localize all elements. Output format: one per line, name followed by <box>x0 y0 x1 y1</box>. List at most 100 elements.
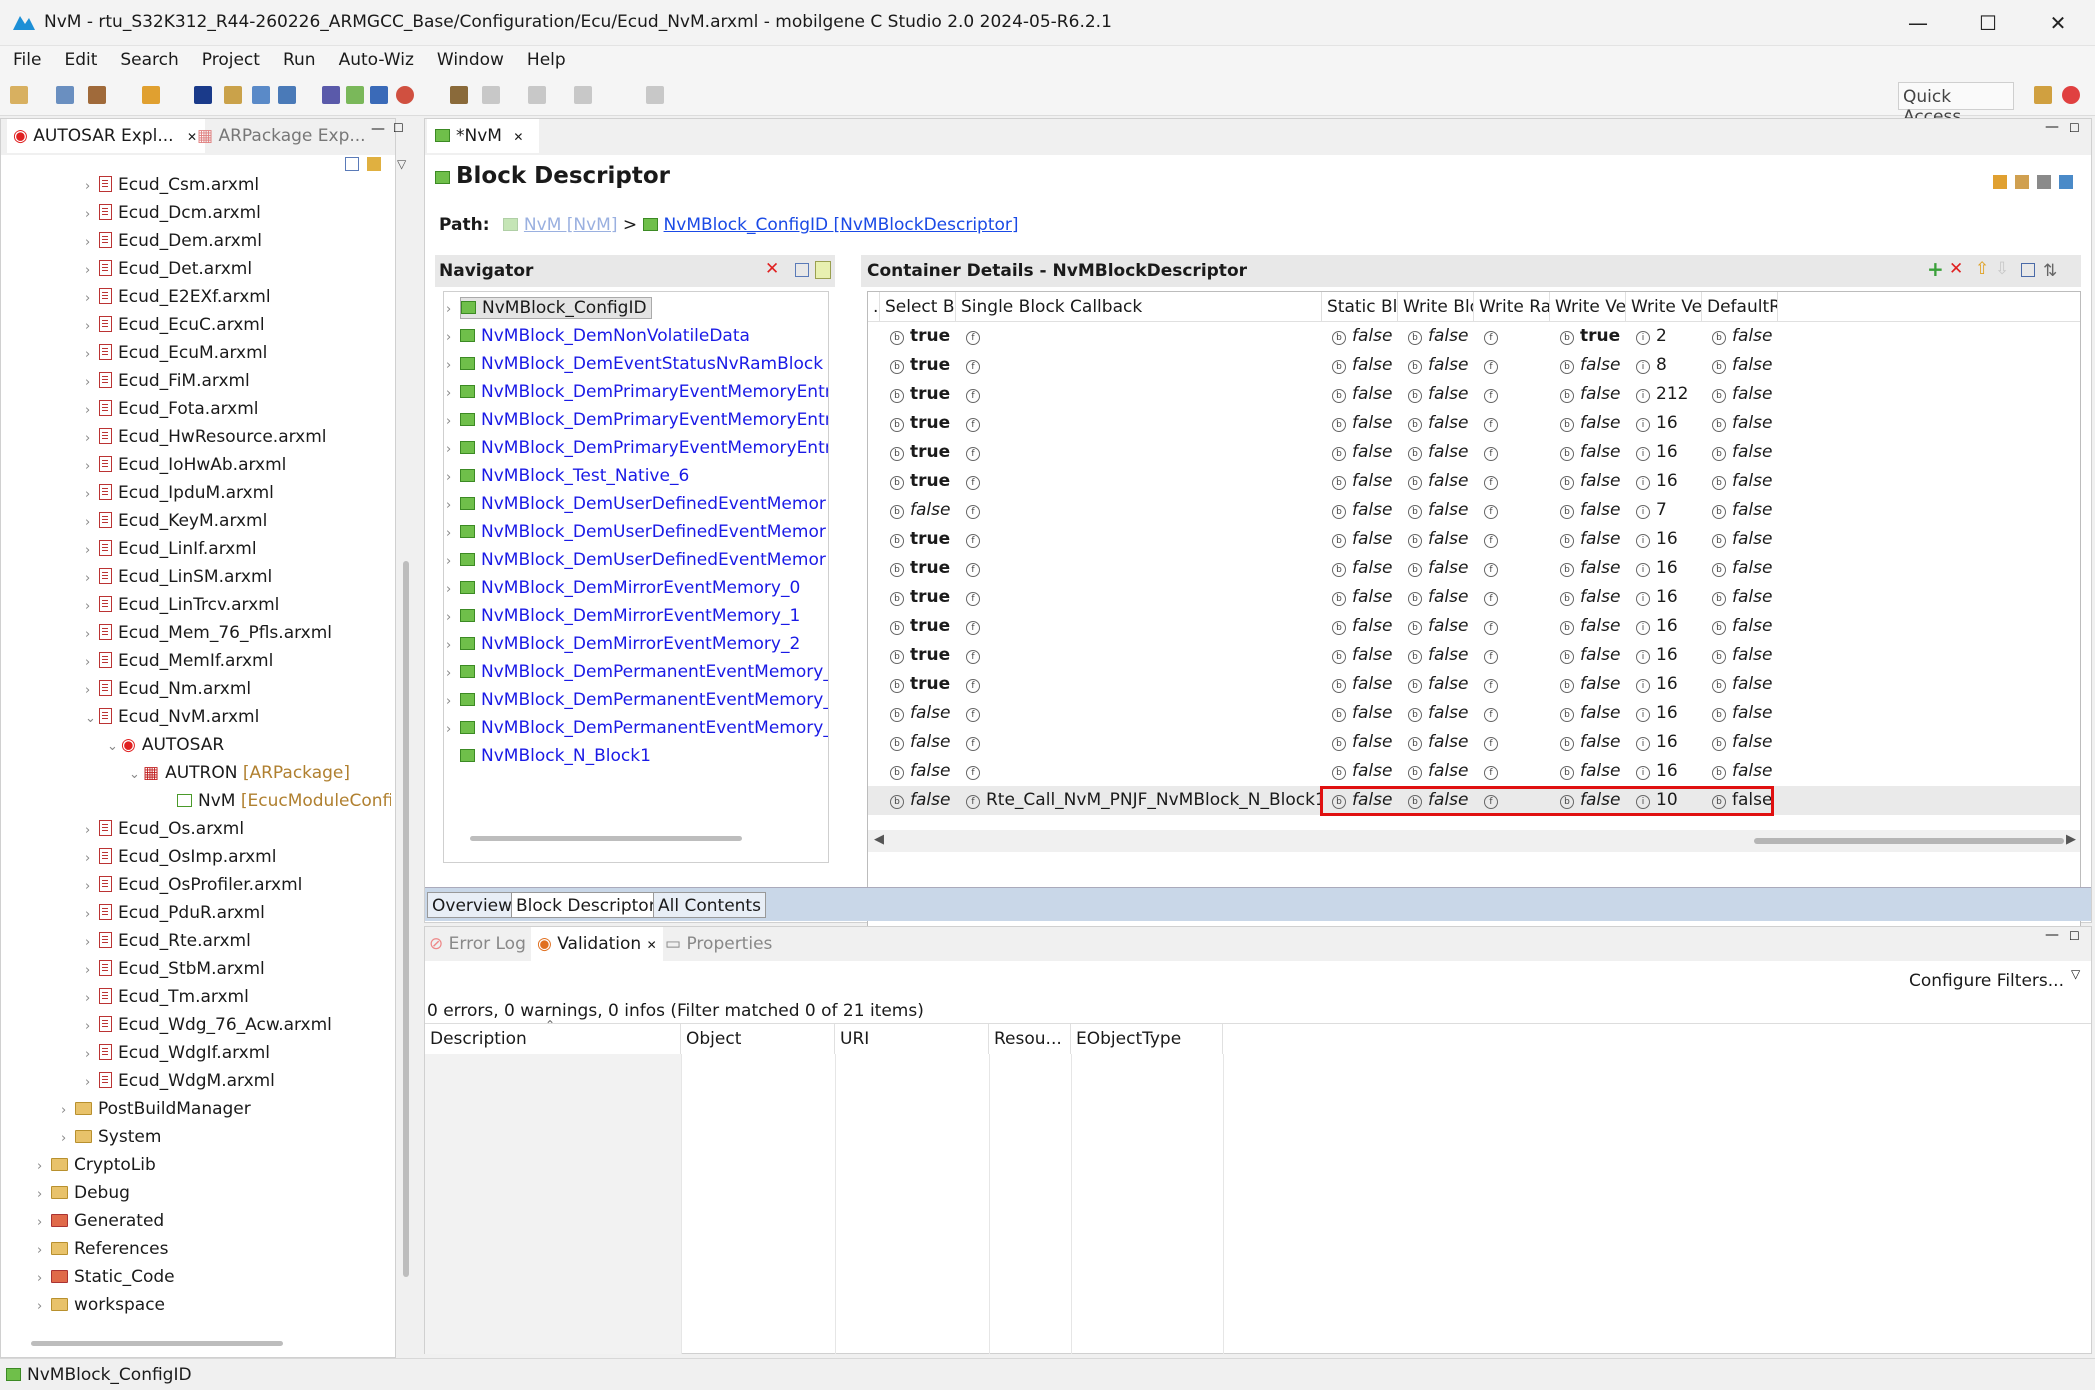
tree-item-folder[interactable]: › Debug <box>37 1179 130 1207</box>
table-cell-wn[interactable]: i 16 <box>1626 525 1702 554</box>
chevron-right-icon[interactable]: › <box>446 520 460 548</box>
table-cell-dr[interactable]: b false <box>1702 380 1778 409</box>
chevron-right-icon[interactable]: › <box>446 576 460 604</box>
table-row[interactable]: b true f b false b false f b false i 16 b false <box>868 612 2080 641</box>
external-tools-icon[interactable] <box>450 86 468 104</box>
tree-item-folder[interactable]: › workspace <box>37 1291 165 1319</box>
save-icon[interactable] <box>56 86 74 104</box>
navigator-item[interactable]: › NvMBlock_Test_Native_6 <box>446 462 689 490</box>
table-cell-dr[interactable]: b false <box>1702 757 1778 786</box>
close-editor-icon[interactable]: ✕ <box>513 130 523 144</box>
navigator-item[interactable]: › NvMBlock_DemPrimaryEventMemoryEntr <box>446 378 828 406</box>
chevron-right-icon[interactable]: › <box>61 1097 75 1125</box>
table-cell-sel[interactable]: b true <box>880 409 956 438</box>
table-cell-cb[interactable]: f <box>956 670 1322 699</box>
table-cell-dr[interactable]: b false <box>1702 728 1778 757</box>
table-cell-wn[interactable]: i 16 <box>1626 699 1702 728</box>
table-cell-dr[interactable]: b false <box>1702 496 1778 525</box>
column-header[interactable]: . <box>868 292 880 322</box>
validation-column-header[interactable]: Resou... <box>989 1024 1071 1054</box>
table-cell-wv[interactable]: b false <box>1550 641 1626 670</box>
table-row[interactable]: b true f b false b false f b false i 16 b false <box>868 670 2080 699</box>
tab-autosar-explorer[interactable]: ◉ AUTOSAR Expl... ✕ <box>7 119 205 153</box>
chevron-right-icon[interactable]: › <box>85 593 99 621</box>
validation-column-header[interactable]: URI <box>835 1024 989 1054</box>
table-cell-wb[interactable]: b false <box>1398 496 1474 525</box>
bottom-maximize-icon[interactable]: ☐ <box>2069 929 2080 943</box>
table-cell-st[interactable]: b false <box>1322 438 1398 467</box>
table-cell-cb[interactable]: f <box>956 525 1322 554</box>
chevron-right-icon[interactable]: › <box>446 296 460 324</box>
tree-item-file[interactable]: › Ecud_Fota.arxml <box>85 395 259 423</box>
table-cell-st[interactable]: b false <box>1322 525 1398 554</box>
table-cell-sel[interactable]: b true <box>880 670 956 699</box>
table-cell-wv[interactable]: b false <box>1550 525 1626 554</box>
table-cell-dr[interactable]: b false <box>1702 351 1778 380</box>
navigator-item[interactable]: › NvMBlock_DemMirrorEventMemory_2 <box>446 630 800 658</box>
table-cell-st[interactable]: b false <box>1322 380 1398 409</box>
table-cell-sel[interactable]: b true <box>880 380 956 409</box>
build-icon[interactable] <box>88 86 106 104</box>
chevron-right-icon[interactable]: › <box>85 453 99 481</box>
table-cell-wb[interactable]: b false <box>1398 699 1474 728</box>
column-header[interactable]: DefaultR... <box>1702 292 1778 322</box>
tree-item-file[interactable]: ⌄ Ecud_NvM.arxml <box>85 703 259 731</box>
table-cell-dr[interactable]: b false <box>1702 525 1778 554</box>
chevron-right-icon[interactable]: › <box>85 369 99 397</box>
bottom-minimize-icon[interactable]: — <box>2045 927 2059 943</box>
minimize-button[interactable]: — <box>1893 6 1943 40</box>
tree-item-file[interactable]: › Ecud_OsImp.arxml <box>85 843 276 871</box>
scroll-left-icon[interactable]: ◀ <box>874 832 884 847</box>
chevron-right-icon[interactable]: › <box>85 1013 99 1041</box>
table-cell-wv[interactable]: b false <box>1550 786 1626 815</box>
table-cell-wv[interactable]: b false <box>1550 380 1626 409</box>
table-cell-wv[interactable]: b false <box>1550 438 1626 467</box>
table-cell-wn[interactable]: i 16 <box>1626 728 1702 757</box>
table-cell-wb[interactable]: b false <box>1398 757 1474 786</box>
new-icon[interactable] <box>10 86 28 104</box>
table-cell-wn[interactable]: i 16 <box>1626 670 1702 699</box>
tree-item-file[interactable]: › Ecud_WdgM.arxml <box>85 1067 275 1095</box>
table-cell-wr[interactable]: f <box>1474 554 1550 583</box>
table-cell-st[interactable]: b false <box>1322 351 1398 380</box>
configure-filters-button[interactable]: Configure Filters... <box>1909 971 2064 991</box>
tree-item-folder[interactable]: › System <box>61 1123 161 1151</box>
table-cell-sel[interactable]: b true <box>880 438 956 467</box>
tab-error-log[interactable]: ⊘ Error Log <box>429 927 526 961</box>
table-cell-cb[interactable]: f <box>956 612 1322 641</box>
menu-run[interactable]: Run <box>270 46 326 70</box>
table-cell-sel[interactable]: b true <box>880 612 956 641</box>
chevron-right-icon[interactable]: › <box>446 408 460 436</box>
table-cell-wb[interactable]: b false <box>1398 438 1474 467</box>
chevron-down-icon[interactable]: ⌄ <box>85 705 99 733</box>
table-cell-st[interactable]: b false <box>1322 641 1398 670</box>
collapse-all-icon[interactable] <box>345 157 359 171</box>
navigator-item[interactable]: › NvMBlock_DemMirrorEventMemory_1 <box>446 602 800 630</box>
table-cell-dr[interactable]: b false <box>1702 554 1778 583</box>
table-cell-st[interactable]: b false <box>1322 699 1398 728</box>
maximize-button[interactable]: ☐ <box>1963 6 2013 40</box>
add-icon[interactable]: + <box>1927 257 1944 281</box>
maximize-view-icon[interactable]: ☐ <box>393 121 404 135</box>
table-cell-dr[interactable]: b false <box>1702 322 1778 351</box>
table-cell-wr[interactable]: f <box>1474 612 1550 641</box>
tree-item-file[interactable]: › Ecud_IoHwAb.arxml <box>85 451 286 479</box>
table-cell-sel[interactable]: b false <box>880 728 956 757</box>
chevron-right-icon[interactable]: › <box>61 1125 75 1153</box>
close-tab-icon[interactable]: ✕ <box>187 130 197 144</box>
table-cell-wr[interactable]: f <box>1474 583 1550 612</box>
tree-item-file[interactable]: › Ecud_PduR.arxml <box>85 899 265 927</box>
table-row[interactable]: b false f b false b false f b false i 7 b false <box>868 496 2080 525</box>
table-cell-wb[interactable]: b false <box>1398 728 1474 757</box>
table-cell-wr[interactable]: f <box>1474 699 1550 728</box>
chevron-right-icon[interactable]: › <box>85 201 99 229</box>
chevron-right-icon[interactable]: › <box>85 1041 99 1069</box>
import-icon[interactable] <box>278 86 296 104</box>
table-cell-st[interactable]: b false <box>1322 757 1398 786</box>
refresh-icon[interactable] <box>1993 175 2007 189</box>
tree-item-file[interactable]: › Ecud_Dcm.arxml <box>85 199 261 227</box>
table-cell-dr[interactable]: b false <box>1702 467 1778 496</box>
navigator-item[interactable]: › NvMBlock_DemUserDefinedEventMemor <box>446 490 826 518</box>
table-cell-sel[interactable]: b true <box>880 583 956 612</box>
column-header[interactable]: Single Block Callback <box>956 292 1322 322</box>
